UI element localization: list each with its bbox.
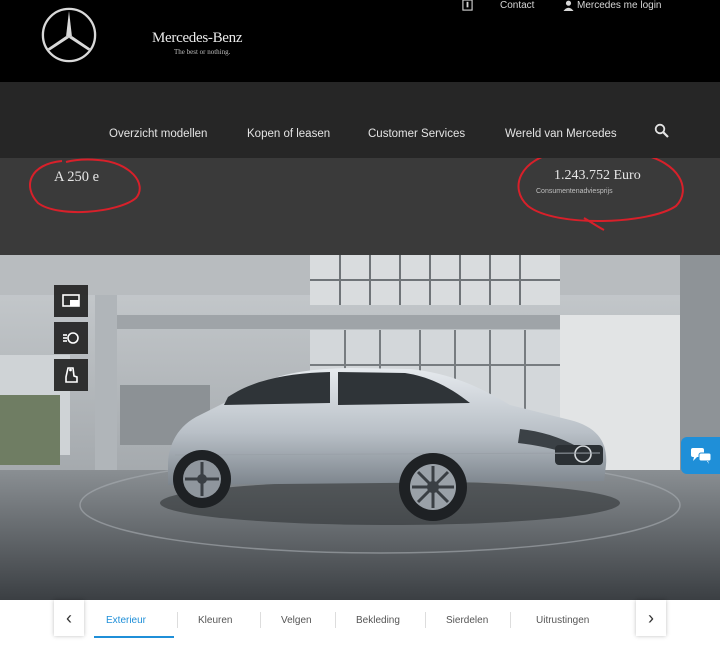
chat-button[interactable]	[681, 437, 720, 474]
chat-icon	[690, 447, 711, 464]
config-tabs-bar: ‹ Exterieur Kleuren Velgen Bekleding Sie…	[0, 600, 720, 653]
tool-lighting[interactable]	[54, 322, 88, 354]
seat-icon	[65, 367, 78, 383]
tab-trim[interactable]: Sierdelen	[446, 615, 488, 626]
model-name: A 250 e	[54, 169, 100, 185]
login-link[interactable]: Mercedes me login	[577, 0, 661, 11]
contact-link[interactable]: Contact	[500, 0, 534, 11]
price-note: Consumentenadviesprijs	[536, 188, 613, 195]
brand-name: Mercedes-Benz	[152, 30, 243, 46]
tab-divider	[335, 612, 336, 628]
tab-divider	[425, 612, 426, 628]
top-bar: Mercedes-Benz The best or nothing. Conta…	[0, 0, 720, 82]
active-tab-indicator	[94, 636, 174, 638]
view-tools	[54, 285, 88, 396]
tab-exterior[interactable]: Exterieur	[106, 615, 146, 626]
car-configurator-view[interactable]	[0, 255, 720, 600]
main-nav: Overzicht modellen Kopen of leasen Custo…	[0, 82, 720, 158]
search-icon[interactable]	[654, 123, 670, 139]
tab-divider	[260, 612, 261, 628]
tab-equipment[interactable]: Uitrustingen	[536, 615, 589, 626]
tool-interior-view[interactable]	[54, 285, 88, 317]
phone-icon[interactable]	[462, 0, 473, 11]
nav-item-buy-lease[interactable]: Kopen of leasen	[247, 128, 330, 140]
lighting-icon	[63, 332, 79, 344]
nav-item-world[interactable]: Wereld van Mercedes	[505, 128, 617, 140]
nav-item-customer-services[interactable]: Customer Services	[368, 128, 465, 140]
chevron-left-icon: ‹	[66, 607, 72, 628]
tab-upholstery[interactable]: Bekleding	[356, 615, 400, 626]
price-value: 1.243.752 Euro	[554, 168, 641, 183]
tab-colors[interactable]: Kleuren	[198, 615, 232, 626]
showroom-car-image[interactable]	[0, 255, 720, 600]
user-icon[interactable]	[563, 0, 574, 11]
tool-seat-view[interactable]	[54, 359, 88, 391]
screen-icon	[62, 294, 80, 307]
tabs-prev-button[interactable]: ‹	[54, 600, 84, 636]
tab-wheels[interactable]: Velgen	[281, 615, 312, 626]
tab-divider	[177, 612, 178, 628]
model-info-bar: A 250 e 1.243.752 Euro Consumentenadvies…	[0, 158, 720, 255]
mercedes-star-logo[interactable]	[40, 6, 98, 64]
chevron-right-icon: ›	[648, 607, 654, 628]
tabs-next-button[interactable]: ›	[636, 600, 666, 636]
nav-item-models[interactable]: Overzicht modellen	[109, 128, 207, 140]
tab-divider	[510, 612, 511, 628]
brand-tagline: The best or nothing.	[174, 48, 231, 56]
